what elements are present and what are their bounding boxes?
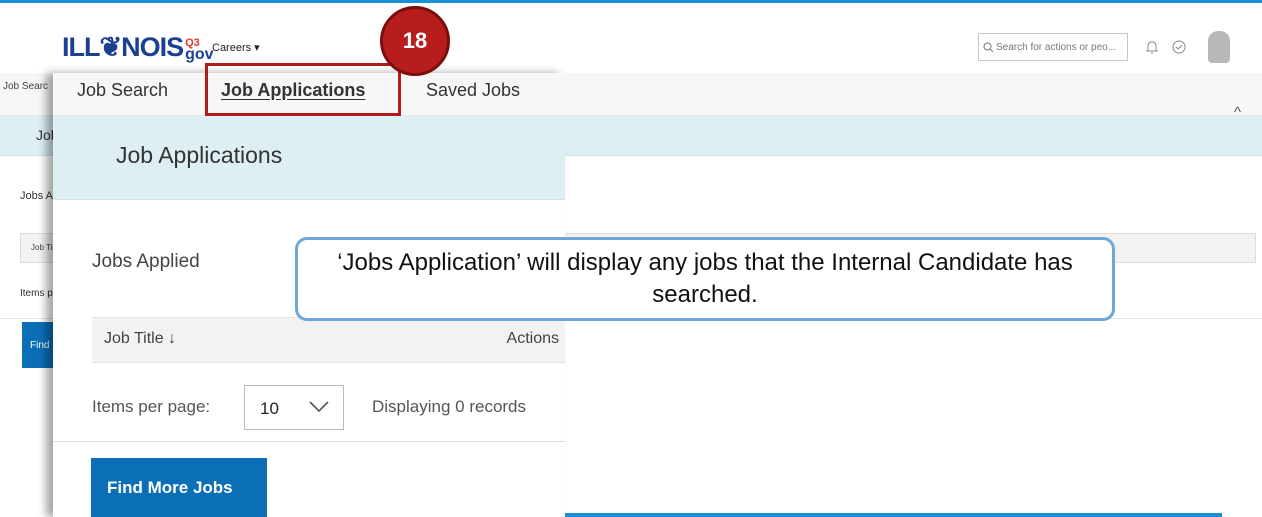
bell-icon[interactable] (1146, 40, 1158, 54)
chevron-down-icon (309, 401, 329, 413)
callout-box: ‘Jobs Application’ will display any jobs… (295, 237, 1115, 321)
tab-saved-jobs[interactable]: Saved Jobs (426, 80, 520, 101)
jobs-applied-heading: Jobs Applied (92, 251, 200, 272)
approvals-icon[interactable] (1172, 40, 1186, 54)
step-badge: 18 (380, 6, 450, 76)
search-placeholder: Search for actions or peo... (996, 41, 1117, 53)
search-icon (983, 42, 994, 52)
col-actions: Actions (506, 330, 559, 347)
items-per-page-label: Items per page: (92, 397, 211, 416)
avatar[interactable] (1208, 31, 1230, 63)
tab-highlight-box (205, 63, 401, 116)
search-input[interactable]: Search for actions or peo... (978, 33, 1128, 61)
title-band: Job Applications (53, 115, 565, 200)
app-header: ILL❦NOIS Q3 gov Careers ▾ Search for act… (0, 3, 1262, 73)
table-header: Job Title ↓ Actions (92, 317, 565, 363)
careers-menu[interactable]: Careers ▾ (212, 41, 260, 54)
find-more-jobs-button[interactable]: Find More Jobs (91, 458, 267, 517)
logo-text: ILL❦NOIS (62, 32, 184, 62)
items-per-page-value: 10 (260, 399, 279, 418)
page-title: Job Applications (116, 142, 283, 168)
bg-tab-job-search[interactable]: Job Searc (3, 81, 48, 92)
items-per-page-select[interactable]: 10 (244, 385, 344, 430)
divider (53, 441, 565, 442)
col-job-title[interactable]: Job Title ↓ (104, 330, 176, 348)
records-count: Displaying 0 records (372, 397, 527, 416)
logo-gov: gov (185, 46, 214, 63)
illinois-logo[interactable]: ILL❦NOIS Q3 gov (62, 32, 214, 63)
tab-job-search[interactable]: Job Search (77, 80, 168, 101)
